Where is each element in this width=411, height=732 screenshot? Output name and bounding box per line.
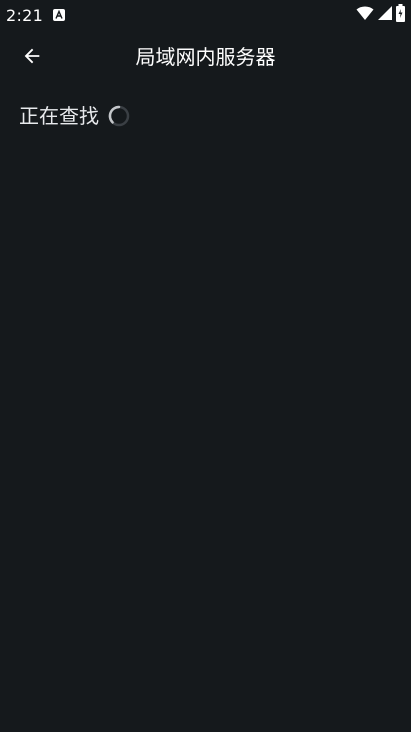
searching-row: 正在查找 <box>19 101 131 131</box>
app-bar: 局域网内服务器 <box>0 30 411 86</box>
status-right <box>356 4 405 26</box>
searching-label: 正在查找 <box>19 104 99 128</box>
wifi-icon <box>356 5 374 25</box>
loading-spinner-icon <box>107 104 131 128</box>
status-left: 2:21 <box>6 5 66 25</box>
signal-icon <box>377 5 393 25</box>
status-time: 2:21 <box>6 5 44 25</box>
status-bar: 2:21 <box>0 0 411 30</box>
battery-icon <box>396 4 405 26</box>
page-title: 局域网内服务器 <box>135 45 276 69</box>
a-letter-icon <box>53 9 66 21</box>
